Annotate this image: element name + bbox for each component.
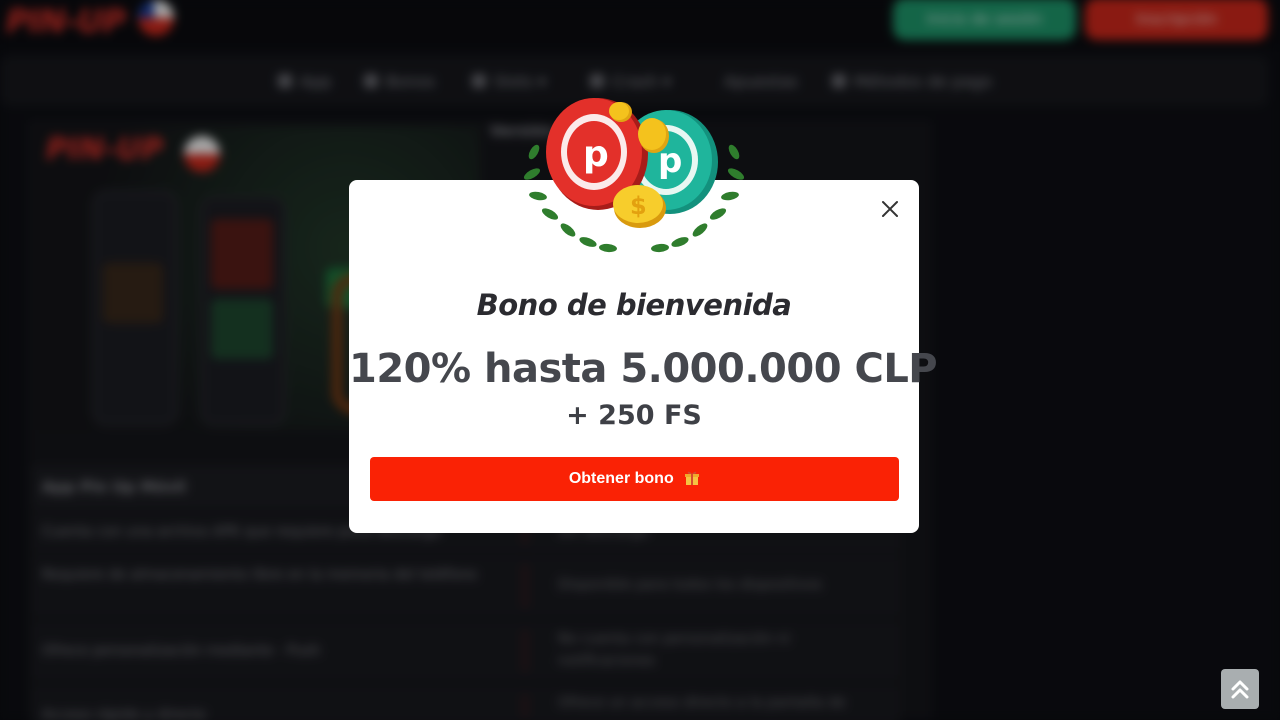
scroll-to-top-button[interactable]	[1221, 669, 1259, 709]
svg-text:p: p	[583, 134, 609, 175]
close-icon	[882, 201, 898, 217]
gift-icon	[685, 471, 700, 485]
free-spins-text: + 250 FS	[566, 400, 702, 431]
cta-label: Obtener bono	[568, 470, 674, 487]
modal-title: Bono de bienvenida	[476, 288, 792, 322]
page: PIN-UP Inicio de sesión Inscripción App …	[0, 0, 1280, 720]
close-button[interactable]	[878, 197, 902, 221]
casino-chips-illustration: p p $	[523, 98, 745, 253]
double-chevron-up-icon	[1231, 680, 1249, 699]
svg-text:$: $	[630, 192, 647, 220]
bonus-amount: 120% hasta 5.000.000 CLP	[349, 346, 938, 392]
get-bonus-button[interactable]: Obtener bono	[370, 457, 899, 501]
